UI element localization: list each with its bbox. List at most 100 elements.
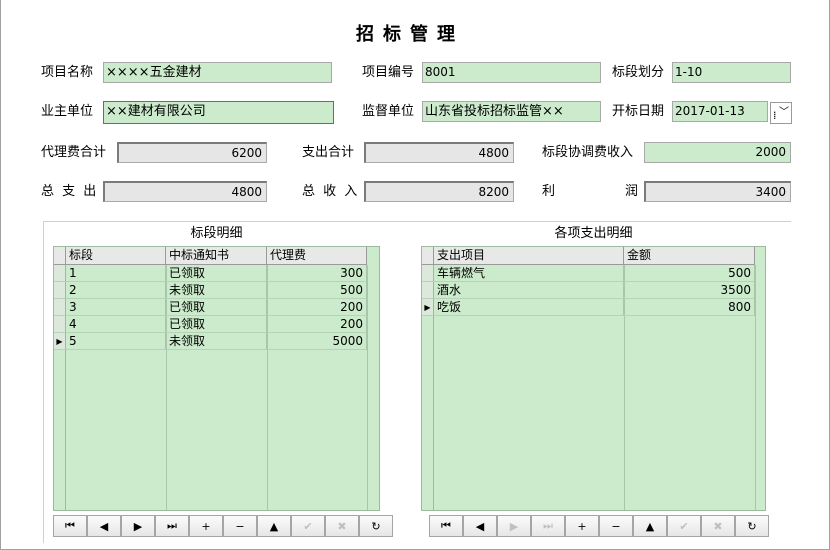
total-income-field[interactable]: 8200 xyxy=(364,181,514,202)
cell-fee[interactable]: 200 xyxy=(267,316,367,333)
table-row[interactable]: 2 未领取 500 xyxy=(54,282,367,299)
nav-delete-button[interactable]: − xyxy=(223,515,257,537)
project-no-label: 项目编号 xyxy=(362,65,415,80)
prior-record-icon: ◀ xyxy=(99,519,109,533)
nav-next-button[interactable]: ▶ xyxy=(497,515,531,537)
cell-amount[interactable]: 500 xyxy=(624,265,755,282)
col-header-section[interactable]: 标段 xyxy=(66,247,166,265)
supervisor-field[interactable]: 山东省投标招标监管×× xyxy=(422,101,601,122)
nav-post-button[interactable]: ✔ xyxy=(291,515,325,537)
nav-refresh-button[interactable]: ↻ xyxy=(359,515,393,537)
cell-section[interactable]: 5 xyxy=(66,333,166,350)
nav-first-button[interactable]: ⏮ xyxy=(53,515,87,537)
left-db-navigator: ⏮ ◀ ▶ ⏭ + − ▲ ✔ ✖ ↻ xyxy=(53,515,393,537)
col-header-item[interactable]: 支出项目 xyxy=(434,247,624,265)
col-header-fee[interactable]: 代理费 xyxy=(267,247,367,265)
expense-total-label: 支出合计 xyxy=(302,145,355,160)
section-div-field[interactable]: 1-10 xyxy=(672,62,791,83)
row-indicator xyxy=(422,282,434,299)
open-date-field[interactable]: 2017-01-13 xyxy=(672,101,768,122)
nav-last-button[interactable]: ⏭ xyxy=(531,515,565,537)
cell-notice[interactable]: 已领取 xyxy=(166,299,267,316)
indicator-header xyxy=(54,247,66,265)
minus-icon: − xyxy=(235,519,245,533)
cell-section[interactable]: 4 xyxy=(66,316,166,333)
prior-record-icon: ◀ xyxy=(475,519,485,533)
col-header-amount[interactable]: 金额 xyxy=(624,247,755,265)
nav-edit-button[interactable]: ▲ xyxy=(257,515,291,537)
dots-icon: ⁞ xyxy=(773,109,777,122)
nav-prior-button[interactable]: ◀ xyxy=(87,515,121,537)
section-div-label: 标段划分 xyxy=(612,65,665,80)
row-indicator xyxy=(54,265,66,282)
cell-notice[interactable]: 已领取 xyxy=(166,316,267,333)
total-expense-label: 总 支 出 xyxy=(41,184,99,199)
date-dropdown-button[interactable]: ⁞ ﹀ xyxy=(770,102,792,124)
cell-fee[interactable]: 5000 xyxy=(267,333,367,350)
total-expense-field[interactable]: 4800 xyxy=(103,181,267,202)
col-header-notice[interactable]: 中标通知书 xyxy=(166,247,267,265)
cell-amount[interactable]: 800 xyxy=(624,299,755,316)
refresh-icon: ↻ xyxy=(371,519,381,533)
cell-amount[interactable]: 3500 xyxy=(624,282,755,299)
cell-section[interactable]: 2 xyxy=(66,282,166,299)
cell-section[interactable]: 3 xyxy=(66,299,166,316)
nav-refresh-button[interactable]: ↻ xyxy=(735,515,769,537)
next-record-icon: ▶ xyxy=(509,519,519,533)
profit-field[interactable]: 3400 xyxy=(644,181,791,202)
nav-last-button[interactable]: ⏭ xyxy=(155,515,189,537)
owner-field[interactable]: ××建材有限公司 xyxy=(103,101,334,124)
cell-notice[interactable]: 未领取 xyxy=(166,333,267,350)
project-name-field[interactable]: ××××五金建材 xyxy=(103,62,332,83)
table-row[interactable]: 4 已领取 200 xyxy=(54,316,367,333)
edit-triangle-icon: ▲ xyxy=(645,519,655,533)
coord-income-field[interactable]: 2000 xyxy=(644,142,791,163)
nav-prior-button[interactable]: ◀ xyxy=(463,515,497,537)
last-record-icon: ⏭ xyxy=(543,519,553,532)
right-db-navigator: ⏮ ◀ ▶ ⏭ + − ▲ ✔ ✖ ↻ xyxy=(429,515,769,537)
cell-fee[interactable]: 200 xyxy=(267,299,367,316)
expense-detail-grid[interactable]: 支出项目 金额 车辆燃气 500 酒水 3500 ▶ 吃饭 800 xyxy=(421,246,766,511)
nav-first-button[interactable]: ⏮ xyxy=(429,515,463,537)
nav-next-button[interactable]: ▶ xyxy=(121,515,155,537)
cell-fee[interactable]: 500 xyxy=(267,282,367,299)
row-indicator xyxy=(422,265,434,282)
nav-delete-button[interactable]: − xyxy=(599,515,633,537)
cell-item[interactable]: 酒水 xyxy=(434,282,624,299)
section-detail-grid[interactable]: 标段 中标通知书 代理费 1 已领取 300 2 未领取 500 3 已领取 2… xyxy=(53,246,380,511)
table-row[interactable]: 3 已领取 200 xyxy=(54,299,367,316)
nav-cancel-button[interactable]: ✖ xyxy=(325,515,359,537)
nav-insert-button[interactable]: + xyxy=(189,515,223,537)
nav-edit-button[interactable]: ▲ xyxy=(633,515,667,537)
expense-total-field[interactable]: 4800 xyxy=(364,142,514,163)
agency-total-label: 代理费合计 xyxy=(41,145,107,160)
cell-notice[interactable]: 未领取 xyxy=(166,282,267,299)
profit-label-right: 润 xyxy=(625,184,639,199)
next-record-icon: ▶ xyxy=(133,519,143,533)
cell-item[interactable]: 吃饭 xyxy=(434,299,624,316)
cell-notice[interactable]: 已领取 xyxy=(166,265,267,282)
table-row[interactable]: 1 已领取 300 xyxy=(54,265,367,282)
row-indicator xyxy=(54,299,66,316)
plus-icon: + xyxy=(577,519,587,533)
nav-cancel-button[interactable]: ✖ xyxy=(701,515,735,537)
open-date-label: 开标日期 xyxy=(612,104,665,119)
column-divider xyxy=(755,265,756,510)
agency-total-field[interactable]: 6200 xyxy=(117,142,267,163)
coord-income-label: 标段协调费收入 xyxy=(542,145,634,160)
table-row[interactable]: ▶ 5 未领取 5000 xyxy=(54,333,367,350)
project-no-field[interactable]: 8001 xyxy=(422,62,601,83)
nav-insert-button[interactable]: + xyxy=(565,515,599,537)
last-record-icon: ⏭ xyxy=(167,519,177,532)
table-row[interactable]: ▶ 吃饭 800 xyxy=(422,299,755,316)
nav-post-button[interactable]: ✔ xyxy=(667,515,701,537)
cell-item[interactable]: 车辆燃气 xyxy=(434,265,624,282)
cell-section[interactable]: 1 xyxy=(66,265,166,282)
row-indicator xyxy=(54,282,66,299)
check-icon: ✔ xyxy=(303,519,313,533)
table-row[interactable]: 车辆燃气 500 xyxy=(422,265,755,282)
total-income-label: 总 收 入 xyxy=(302,184,360,199)
table-row[interactable]: 酒水 3500 xyxy=(422,282,755,299)
chevron-down-icon: ﹀ xyxy=(779,107,789,118)
cell-fee[interactable]: 300 xyxy=(267,265,367,282)
